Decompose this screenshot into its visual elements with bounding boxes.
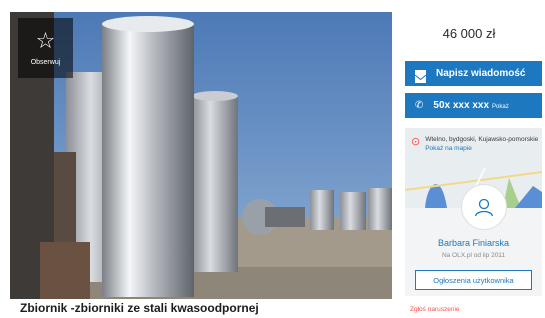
listing-photo[interactable]: ☆ Obserwuj	[10, 12, 392, 299]
map-pin-icon: ⊙	[411, 135, 421, 148]
seller-card: ⊙ Wtelno, bydgoski, Kujawsko-pomorskie P…	[405, 128, 542, 296]
star-outline-icon: ☆	[35, 28, 56, 54]
favorite-label: Obserwuj	[30, 58, 61, 66]
price-box: 46 000 zł	[396, 12, 542, 54]
favorite-button[interactable]: ☆ Obserwuj	[18, 18, 73, 78]
listing-title: Zbiornik -zbiorniki ze stali kwasoodporn…	[20, 301, 259, 315]
phone-number: 50x xxx xxx	[433, 100, 490, 111]
seller-ads-button[interactable]: Ogłoszenia użytkownika	[415, 270, 532, 290]
send-message-button[interactable]: Napisz wiadomość	[405, 61, 542, 86]
listing-page: ☆ Obserwuj Zbiornik -zbiorniki ze stali …	[0, 0, 545, 318]
send-message-label: Napisz wiadomość	[436, 68, 526, 79]
avatar[interactable]	[461, 184, 507, 230]
seller-since: Na OLX.pl od lip 2011	[441, 252, 506, 259]
show-phone-label: Pokaż	[492, 103, 509, 110]
price: 46 000 zł	[442, 25, 496, 41]
report-link[interactable]: Zgłoś naruszenie	[410, 306, 460, 313]
phone-icon: ✆	[415, 100, 424, 111]
envelope-icon	[414, 69, 427, 83]
location-info: ⊙ Wtelno, bydgoski, Kujawsko-pomorskie P…	[411, 136, 539, 152]
location-text: Wtelno, bydgoski, Kujawsko-pomorskie	[425, 136, 539, 143]
show-phone-button[interactable]: ✆ 50x xxx xxx Pokaż	[405, 93, 542, 118]
seller-name-link[interactable]: Barbara Finiarska	[405, 238, 542, 248]
user-icon	[474, 198, 494, 217]
show-on-map-link[interactable]: Pokaż na mapie	[425, 145, 538, 152]
